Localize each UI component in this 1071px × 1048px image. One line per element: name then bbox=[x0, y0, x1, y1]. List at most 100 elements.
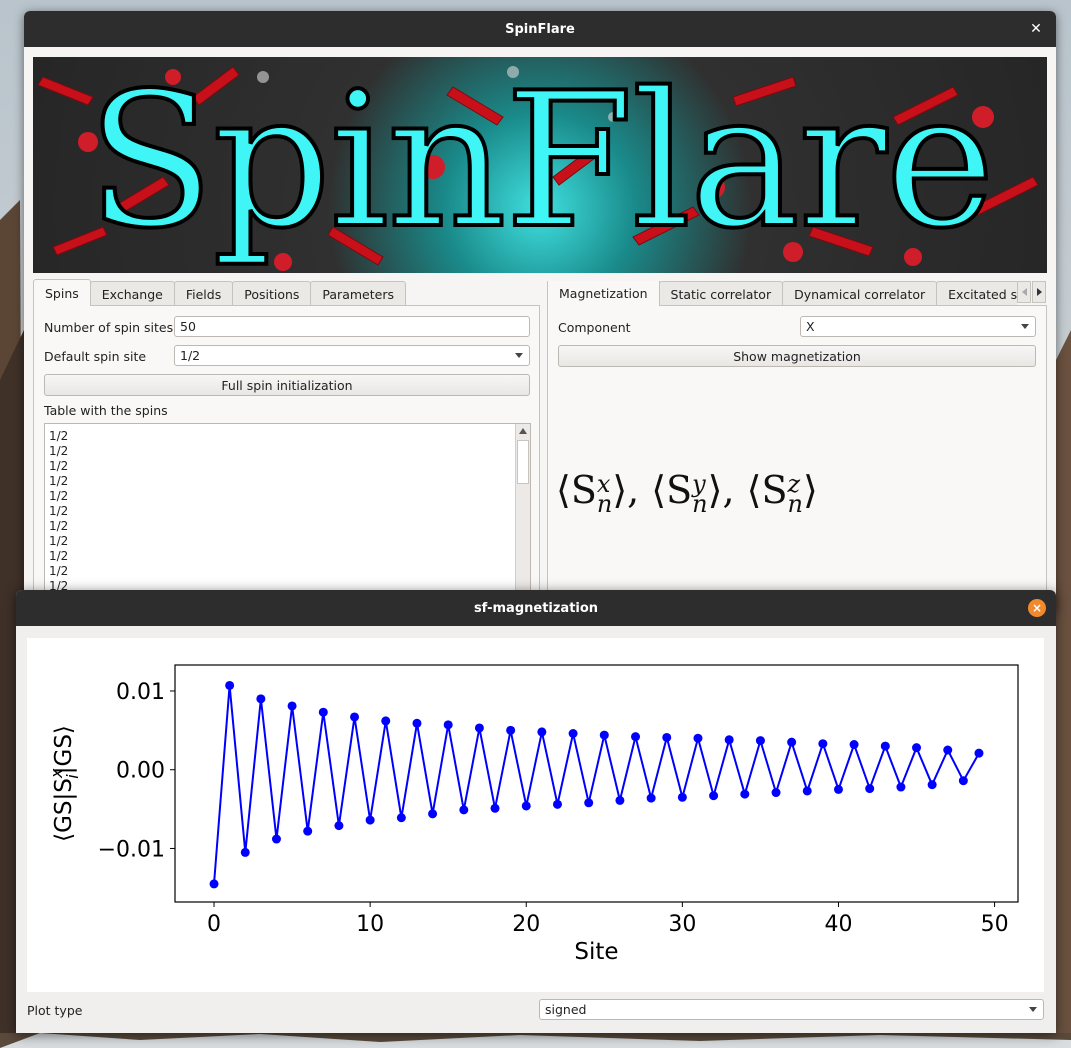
chevron-down-icon bbox=[1021, 324, 1029, 329]
left-tabbar: Spins Exchange Fields Positions Paramete… bbox=[33, 279, 406, 306]
list-item[interactable]: 1/2 bbox=[45, 504, 530, 519]
chevron-left-icon bbox=[1021, 288, 1027, 296]
x-tick-label: 0 bbox=[207, 912, 221, 937]
component-value: X bbox=[806, 319, 815, 334]
list-item[interactable]: 1/2 bbox=[45, 489, 530, 504]
tab-spins[interactable]: Spins bbox=[33, 279, 91, 306]
list-item[interactable]: 1/2 bbox=[45, 474, 530, 489]
tab-scroll-left-button[interactable] bbox=[1017, 281, 1031, 303]
mag-titlebar[interactable]: sf-magnetization × bbox=[16, 590, 1056, 626]
list-item[interactable]: 1/2 bbox=[45, 534, 530, 549]
x-tick-label: 40 bbox=[824, 912, 852, 937]
main-titlebar[interactable]: SpinFlare ✕ bbox=[24, 11, 1056, 47]
spins-table[interactable]: 1/2 1/2 1/2 1/2 1/2 1/2 1/2 1/2 1/2 1/2 … bbox=[44, 423, 531, 611]
formula-part: ⟨S bbox=[556, 468, 597, 512]
data-point bbox=[521, 801, 531, 811]
data-point bbox=[334, 821, 344, 831]
series-line bbox=[213, 685, 980, 884]
right-tabbar: Magnetization Static correlator Dynamica… bbox=[547, 281, 1017, 306]
default-site-value: 1/2 bbox=[180, 348, 201, 363]
full-spin-init-button[interactable]: Full spin initialization bbox=[44, 374, 530, 396]
x-axis-label: Site bbox=[574, 939, 618, 965]
data-point bbox=[771, 788, 781, 798]
default-site-select[interactable]: 1/2 bbox=[174, 345, 530, 366]
window-title: SpinFlare bbox=[505, 21, 575, 37]
data-point bbox=[802, 786, 812, 796]
show-magnetization-button[interactable]: Show magnetization bbox=[558, 345, 1036, 367]
data-point bbox=[256, 694, 266, 704]
data-point bbox=[833, 784, 843, 794]
tab-excitated-states[interactable]: Excitated sta bbox=[936, 281, 1017, 306]
data-point bbox=[896, 782, 906, 792]
close-icon[interactable]: × bbox=[1028, 599, 1046, 617]
data-point bbox=[381, 716, 391, 726]
num-sites-input[interactable]: 50 bbox=[174, 316, 530, 337]
tab-dynamical-correlator[interactable]: Dynamical correlator bbox=[782, 281, 938, 306]
data-point bbox=[974, 748, 984, 758]
data-point bbox=[865, 784, 875, 794]
close-icon[interactable]: ✕ bbox=[1026, 19, 1046, 39]
plot-type-label: Plot type bbox=[27, 1003, 83, 1018]
data-point bbox=[740, 789, 750, 799]
tab-fields[interactable]: Fields bbox=[173, 281, 234, 306]
data-point bbox=[880, 741, 890, 751]
chevron-right-icon bbox=[1036, 288, 1042, 296]
data-point bbox=[849, 740, 859, 750]
sf-magnetization-window: sf-magnetization × 0 10 20 30 40 50 −0.01 0.00 0… bbox=[16, 590, 1056, 1033]
data-point bbox=[412, 718, 422, 728]
x-tick-label: 10 bbox=[356, 912, 384, 937]
num-sites-label: Number of spin sites bbox=[44, 320, 174, 335]
component-select[interactable]: X bbox=[800, 316, 1036, 337]
spins-table-scrollbar[interactable] bbox=[515, 424, 530, 611]
data-point bbox=[958, 776, 968, 786]
list-item[interactable]: 1/2 bbox=[45, 549, 530, 564]
spins-panel: Number of spin sites 50 Default spin sit… bbox=[33, 305, 540, 611]
scroll-up-icon[interactable] bbox=[519, 428, 527, 434]
data-point bbox=[428, 809, 438, 819]
data-point bbox=[787, 737, 797, 747]
data-point bbox=[506, 725, 516, 735]
list-item[interactable]: 1/2 bbox=[45, 519, 530, 534]
scrollbar-thumb[interactable] bbox=[517, 440, 529, 484]
data-point bbox=[927, 780, 937, 790]
data-point bbox=[631, 732, 641, 742]
data-point bbox=[709, 791, 719, 801]
data-point bbox=[443, 720, 453, 730]
component-label: Component bbox=[558, 320, 631, 335]
list-item[interactable]: 1/2 bbox=[45, 429, 530, 444]
data-point bbox=[318, 707, 328, 717]
data-point bbox=[662, 732, 672, 742]
formula-sub: n bbox=[692, 489, 708, 518]
formula-part: ⟩ bbox=[802, 468, 818, 512]
data-point bbox=[724, 735, 734, 745]
tab-magnetization[interactable]: Magnetization bbox=[547, 281, 660, 306]
data-point bbox=[943, 745, 953, 755]
plot-type-value: signed bbox=[545, 1002, 587, 1017]
tab-exchange[interactable]: Exchange bbox=[89, 281, 175, 306]
tab-positions[interactable]: Positions bbox=[232, 281, 312, 306]
x-tick-label: 30 bbox=[668, 912, 696, 937]
banner-logo-text: SpinFlare bbox=[85, 57, 997, 271]
tab-parameters[interactable]: Parameters bbox=[310, 281, 406, 306]
list-item[interactable]: 1/2 bbox=[45, 564, 530, 579]
data-point bbox=[271, 834, 281, 844]
data-point bbox=[240, 847, 250, 857]
list-item[interactable]: 1/2 bbox=[45, 459, 530, 474]
magnetization-formula: ⟨S x n ⟩, ⟨S y n ⟩, ⟨S z n ⟩ bbox=[556, 468, 818, 518]
list-item[interactable]: 1/2 bbox=[45, 444, 530, 459]
tab-scroll-right-button[interactable] bbox=[1032, 281, 1046, 303]
data-point bbox=[912, 743, 922, 753]
data-point bbox=[490, 803, 500, 813]
data-point bbox=[646, 793, 656, 803]
data-point bbox=[474, 723, 484, 733]
formula-sub: n bbox=[787, 489, 803, 518]
x-tick-label: 20 bbox=[512, 912, 540, 937]
data-point bbox=[615, 795, 625, 805]
data-point bbox=[209, 879, 219, 889]
y-tick-label: −0.01 bbox=[98, 837, 165, 862]
data-point bbox=[396, 813, 406, 823]
magnetization-panel: Component X Show magnetization ⟨S x n ⟩, ⟨S… bbox=[547, 305, 1047, 611]
tab-static-correlator[interactable]: Static correlator bbox=[658, 281, 784, 306]
data-point bbox=[599, 730, 609, 740]
plot-type-select[interactable]: signed bbox=[539, 999, 1044, 1020]
